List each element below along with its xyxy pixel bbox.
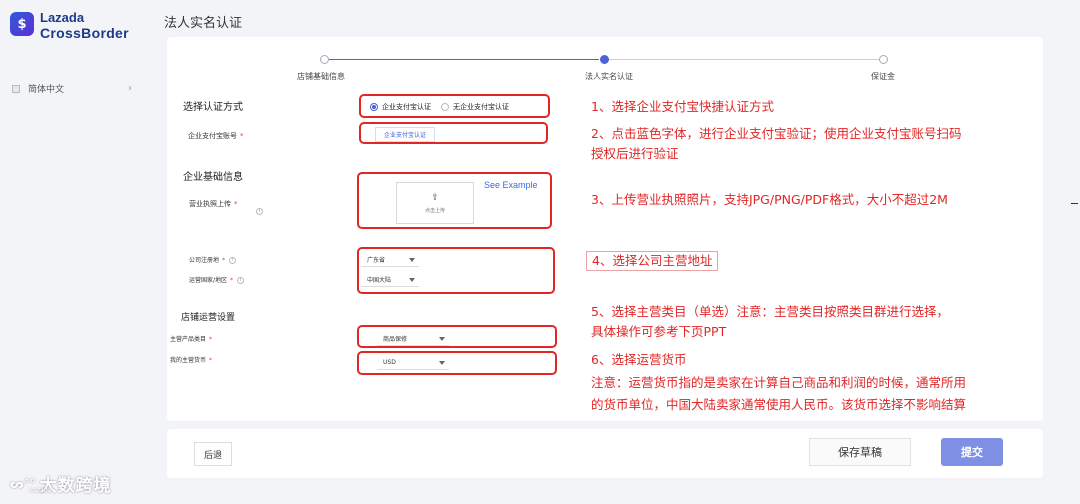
note-2b: 授权后进行验证: [591, 146, 679, 161]
step-connector-2: [609, 59, 879, 60]
lazada-crossborder-logo[interactable]: $ Lazada CrossBorder: [10, 10, 129, 41]
footer-bar: 后退 保存草稿 提交: [167, 429, 1043, 478]
step-dot-1: [320, 55, 329, 64]
license-upload-label: 营业执照上传 *: [189, 200, 238, 208]
note-6c: 的货币单位，中国大陆卖家通常使用人民币。该货币选择不影响结算: [591, 397, 967, 412]
highlight-category: [357, 325, 557, 348]
note-3: 3、上传营业执照照片，支持JPG/PNG/PDF格式，大小不超过2M: [591, 192, 948, 207]
chevron-right-icon: ›: [128, 83, 132, 94]
back-button[interactable]: 后退: [194, 442, 232, 466]
currency-label: 我的主营货币 *: [170, 357, 213, 364]
watermark: ᔕ°° Lazada 大数跨境: [10, 471, 112, 496]
note-5b: 具体操作可参考下页PPT: [591, 324, 727, 339]
note-5a: 5、选择主营类目（单选）注意：主营类目按照类目群进行选择，: [591, 304, 949, 319]
category-label: 主营产品类目 *: [170, 336, 213, 343]
step-label-1: 店铺基础信息: [297, 72, 345, 81]
progress-steps: 店铺基础信息 法人实名认证 保证金: [167, 53, 1043, 93]
highlight-alipay-account: [359, 122, 548, 144]
alipay-account-label: 企业支付宝账号 *: [188, 132, 244, 140]
save-draft-button[interactable]: 保存草稿: [809, 438, 911, 466]
basic-info-title: 企业基础信息: [183, 172, 243, 183]
submit-button[interactable]: 提交: [941, 438, 1003, 466]
highlight-address: [357, 247, 555, 294]
step-label-2: 法人实名认证: [585, 72, 633, 81]
info-icon[interactable]: i: [237, 277, 245, 284]
reg-location-label: 公司注册地 * i: [189, 255, 237, 264]
highlight-verify-method: [359, 94, 550, 118]
highlight-license-upload: [357, 172, 552, 229]
lazada-logo-icon: $: [10, 12, 34, 36]
highlight-currency: [357, 351, 557, 375]
note-2a: 2、点击蓝色字体，进行企业支付宝验证；使用企业支付宝账号扫码: [591, 126, 962, 141]
verify-method-title: 选择认证方式: [183, 102, 243, 113]
info-icon[interactable]: i: [256, 208, 263, 215]
note-4: 4、选择公司主营地址: [586, 251, 719, 271]
step-dot-2: [600, 55, 609, 64]
logo-line-1: Lazada: [40, 10, 85, 25]
watermark-small-text: Lazada: [30, 487, 52, 494]
page-title: 法人实名认证: [164, 16, 243, 31]
info-icon[interactable]: i: [229, 257, 237, 264]
note-6b: 注意：运营货币指的是卖家在计算自己商品和利润的时候，通常所用: [591, 375, 967, 390]
sidebar: $ Lazada CrossBorder 简体中文 ›: [0, 0, 152, 504]
language-icon: [12, 84, 20, 93]
step-connector-1: [329, 59, 599, 60]
store-ops-title: 店铺运营设置: [181, 313, 236, 323]
step-dot-3: [879, 55, 888, 64]
note-6a: 6、选择运营货币: [591, 352, 687, 367]
ops-region-label: 运营国家/地区 * i: [189, 275, 245, 284]
note-1: 1、选择企业支付宝快捷认证方式: [591, 99, 774, 114]
language-label: 简体中文: [28, 85, 65, 95]
step-label-3: 保证金: [871, 72, 895, 81]
edge-divider: [1071, 203, 1078, 204]
language-selector[interactable]: 简体中文 ›: [12, 82, 132, 95]
logo-line-2: CrossBorder: [40, 25, 129, 41]
